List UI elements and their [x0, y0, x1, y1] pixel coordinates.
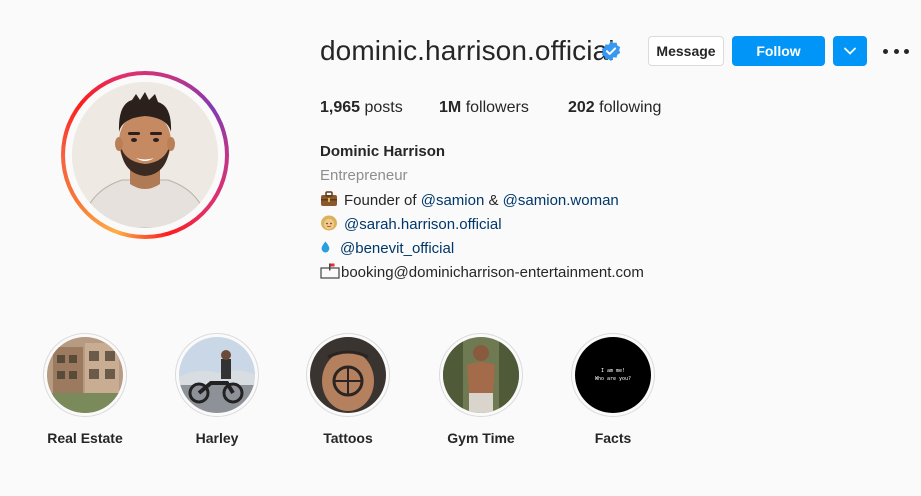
highlight-label: Gym Time	[447, 430, 515, 446]
bio-line-benevit: @benevit_official	[320, 239, 454, 258]
more-options-icon[interactable]	[883, 42, 909, 60]
profile-illustration-icon	[72, 82, 218, 228]
mention-link-sarah[interactable]: @sarah.harrison.official	[344, 216, 502, 233]
highlight-harley[interactable]: Harley	[175, 333, 259, 446]
profile-username: dominic.harrison.official	[320, 35, 615, 66]
highlight-tattoos[interactable]: Tattoos	[306, 333, 390, 446]
highlight-cover-text: I am me!	[600, 368, 626, 374]
profile-avatar-ring[interactable]	[61, 71, 229, 239]
bio-founder-text: Founder of	[344, 192, 417, 209]
mailbox-icon	[320, 263, 340, 279]
chevron-down-icon	[844, 47, 856, 55]
mention-link-samion-woman[interactable]: @samion.woman	[503, 192, 619, 209]
briefcase-icon	[321, 191, 337, 206]
droplet-icon	[321, 241, 330, 253]
highlight-ring	[43, 333, 127, 417]
highlight-label: Tattoos	[323, 430, 373, 446]
posts-label: posts	[364, 99, 403, 116]
highlight-gym-time[interactable]: Gym Time	[439, 333, 523, 446]
dot	[883, 48, 888, 54]
profile-full-name: Dominic Harrison	[320, 143, 446, 160]
dot	[893, 48, 899, 54]
bio-ampersand: &	[488, 192, 499, 209]
highlight-ring	[306, 333, 390, 417]
following-count: 202	[568, 99, 595, 116]
highlight-cover-image	[47, 337, 123, 413]
posts-count: 1,965	[320, 99, 361, 116]
highlight-cover-image	[310, 337, 386, 413]
message-button[interactable]: Message	[648, 36, 724, 66]
booking-email: booking@dominicharrison-entertainment.co…	[341, 264, 644, 281]
verified-badge-icon	[601, 40, 621, 62]
followers-count: 1M	[439, 99, 462, 116]
mention-link-samion[interactable]: @samion	[421, 192, 485, 209]
highlight-label: Harley	[195, 430, 239, 446]
highlight-facts[interactable]: I am me! Who are you? Facts	[571, 333, 655, 446]
highlight-label: Real Estate	[47, 430, 123, 446]
highlight-cover-image	[179, 337, 255, 413]
mention-link-benevit[interactable]: @benevit_official	[340, 240, 454, 257]
bio-line-sarah: @sarah.harrison.official	[320, 215, 502, 234]
followers-stat[interactable]: 1M followers	[439, 99, 529, 117]
followers-label: followers	[465, 99, 529, 116]
follow-button[interactable]: Follow	[732, 36, 825, 66]
highlight-cover-image	[443, 337, 519, 413]
highlight-cover-image: I am me! Who are you?	[575, 337, 651, 413]
profile-category: Entrepreneur	[320, 167, 408, 184]
following-stat[interactable]: 202 following	[568, 99, 661, 117]
avatar[interactable]	[72, 82, 218, 228]
highlight-label: Facts	[594, 430, 632, 446]
avatar-frame	[65, 75, 225, 235]
bio-line-booking: booking@dominicharrison-entertainment.co…	[320, 263, 644, 282]
highlight-real-estate[interactable]: Real Estate	[43, 333, 127, 446]
highlight-ring: I am me! Who are you?	[571, 333, 655, 417]
posts-stat: 1,965 posts	[320, 99, 403, 117]
woman-face-icon	[321, 215, 337, 231]
suggested-accounts-button[interactable]	[833, 36, 867, 66]
highlight-ring	[439, 333, 523, 417]
highlight-ring	[175, 333, 259, 417]
bio-line-founder: Founder of @samion & @samion.woman	[320, 191, 619, 210]
following-label: following	[599, 99, 662, 116]
highlight-cover-text: Who are you?	[594, 376, 632, 382]
dot	[904, 48, 909, 54]
